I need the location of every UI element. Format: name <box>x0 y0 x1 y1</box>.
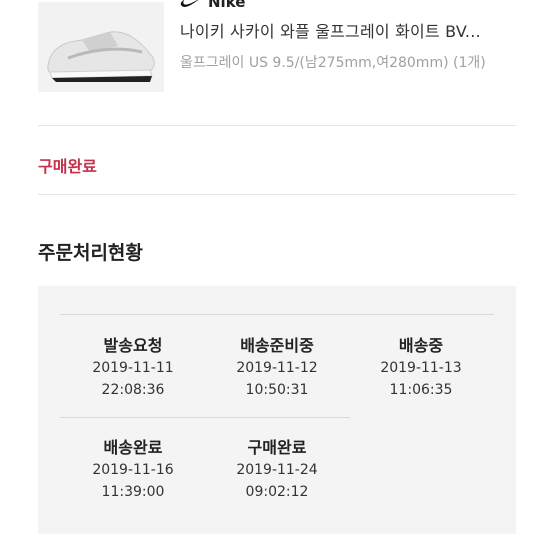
brand-name: Nike <box>208 0 246 11</box>
step-name: 배송중 <box>398 336 444 355</box>
divider <box>38 194 516 195</box>
order-status: 구매완료 <box>38 157 97 176</box>
step-date: 2019-11-12 <box>236 360 318 376</box>
step-name: 구매완료 <box>247 438 307 457</box>
step-time: 11:06:35 <box>389 382 453 398</box>
timeline-step-delivered: 배송완료 2019-11-16 11:39:00 <box>63 434 203 504</box>
divider <box>38 125 516 126</box>
step-name: 발송요청 <box>103 336 163 355</box>
timeline-step-in-transit: 배송중 2019-11-13 11:06:35 <box>351 332 491 402</box>
step-date: 2019-11-11 <box>92 360 174 376</box>
sneaker-icon <box>38 2 164 92</box>
product-option: 울프그레이 US 9.5/(남275mm,여280mm) (1개) <box>180 55 486 71</box>
section-title: 주문처리현황 <box>38 242 143 264</box>
step-date: 2019-11-24 <box>236 462 318 478</box>
timeline-connector <box>60 417 350 418</box>
step-name: 배송준비중 <box>240 336 314 355</box>
timeline-step-preparing: 배송준비중 2019-11-12 10:50:31 <box>207 332 347 402</box>
brand-row: Nike <box>180 0 245 12</box>
timeline-step-purchase-confirmed: 구매완료 2019-11-24 09:02:12 <box>207 434 347 504</box>
timeline-connector <box>60 314 494 315</box>
step-name: 배송완료 <box>103 438 163 457</box>
nike-swoosh-icon <box>180 0 199 7</box>
step-date: 2019-11-16 <box>92 462 174 478</box>
timeline-step-shipping-requested: 발송요청 2019-11-11 22:08:36 <box>63 332 203 402</box>
step-date: 2019-11-13 <box>380 360 462 376</box>
order-timeline: 발송요청 2019-11-11 22:08:36 배송준비중 2019-11-1… <box>38 286 516 534</box>
product-image[interactable] <box>38 2 164 92</box>
step-time: 22:08:36 <box>101 382 165 398</box>
step-time: 11:39:00 <box>101 484 165 500</box>
product-title[interactable]: 나이키 사카이 와플 울프그레이 화이트 BV... <box>180 18 520 42</box>
step-time: 09:02:12 <box>245 484 309 500</box>
step-time: 10:50:31 <box>245 382 309 398</box>
